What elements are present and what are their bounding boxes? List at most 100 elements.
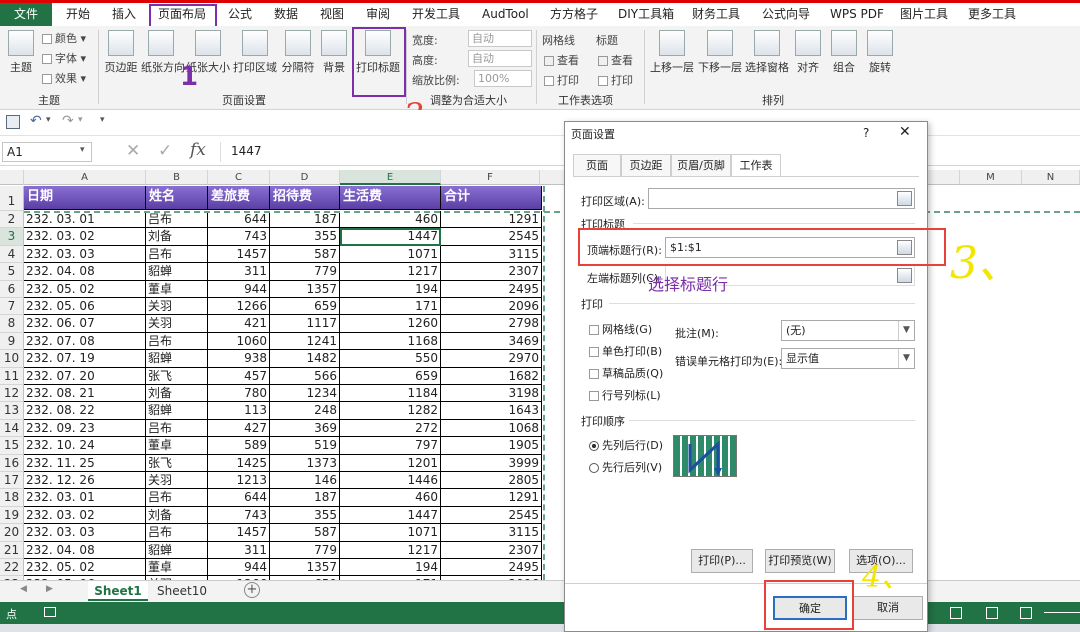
- table-cell[interactable]: 2307: [441, 541, 542, 559]
- table-header-cell[interactable]: 生活费: [340, 186, 441, 210]
- table-cell[interactable]: 780: [208, 385, 270, 403]
- table-cell[interactable]: 311: [208, 541, 270, 559]
- table-cell[interactable]: 232. 07. 20: [24, 367, 146, 385]
- headings-print-checkbox[interactable]: 打印: [598, 72, 633, 88]
- tab-insert[interactable]: 插入: [112, 3, 136, 26]
- table-cell[interactable]: 1071: [340, 245, 441, 264]
- theme-colors-button[interactable]: 颜色 ▾: [42, 30, 86, 46]
- tab-data[interactable]: 数据: [274, 3, 298, 26]
- undo-dropdown-icon[interactable]: ▾: [46, 115, 51, 125]
- table-cell[interactable]: 232. 09. 23: [24, 419, 146, 438]
- table-cell[interactable]: 460: [340, 489, 441, 507]
- help-button[interactable]: ?: [863, 126, 869, 140]
- table-cell[interactable]: 董卓: [146, 559, 208, 577]
- table-cell[interactable]: 248: [270, 402, 340, 420]
- table-cell[interactable]: 1682: [441, 367, 542, 385]
- black-white-checkbox[interactable]: 单色打印(B): [589, 343, 662, 359]
- selection-pane-button[interactable]: 选择窗格: [745, 30, 789, 75]
- table-cell[interactable]: 2307: [441, 263, 542, 281]
- bring-forward-button[interactable]: 上移一层: [650, 30, 694, 75]
- table-cell[interactable]: 587: [270, 524, 340, 542]
- down-then-over-radio[interactable]: 先列后行(D): [589, 437, 663, 453]
- table-cell[interactable]: 232. 05. 02: [24, 559, 146, 577]
- table-cell[interactable]: 944: [208, 559, 270, 577]
- print-preview-button[interactable]: 打印预览(W): [765, 549, 835, 573]
- table-cell[interactable]: 1357: [270, 280, 340, 298]
- enter-icon[interactable]: ✓: [158, 141, 172, 161]
- table-cell[interactable]: 232. 03. 03: [24, 245, 146, 264]
- tab-header-footer[interactable]: 页眉/页脚: [671, 154, 731, 176]
- table-cell[interactable]: 644: [208, 489, 270, 507]
- table-cell[interactable]: 1234: [270, 385, 340, 403]
- table-cell[interactable]: 272: [340, 419, 441, 438]
- rotate-button[interactable]: 旋转: [866, 30, 894, 75]
- table-cell[interactable]: 113: [208, 402, 270, 420]
- redo-icon[interactable]: ↷: [62, 113, 74, 129]
- theme-effects-button[interactable]: 效果 ▾: [42, 70, 86, 86]
- table-cell[interactable]: 659: [340, 367, 441, 385]
- table-cell[interactable]: 1905: [441, 437, 542, 455]
- table-cell[interactable]: 2545: [441, 506, 542, 525]
- table-cell[interactable]: 779: [270, 541, 340, 559]
- table-cell[interactable]: 董卓: [146, 280, 208, 298]
- table-cell[interactable]: 2805: [441, 472, 542, 490]
- table-cell[interactable]: 232. 04. 08: [24, 263, 146, 281]
- table-cell[interactable]: 吕布: [146, 332, 208, 351]
- table-cell[interactable]: 194: [340, 280, 441, 298]
- name-box-dropdown-icon[interactable]: ▾: [80, 145, 85, 155]
- tab-review[interactable]: 审阅: [366, 3, 390, 26]
- row-header[interactable]: 3: [0, 228, 24, 246]
- row-header[interactable]: 16: [0, 454, 24, 472]
- table-cell[interactable]: 187: [270, 489, 340, 507]
- print-area-button[interactable]: 打印区域: [233, 30, 277, 75]
- tab-developer[interactable]: 开发工具: [412, 3, 460, 26]
- table-cell[interactable]: 1457: [208, 245, 270, 264]
- row-header[interactable]: 5: [0, 263, 24, 281]
- table-cell[interactable]: 232. 03. 01: [24, 211, 146, 229]
- table-cell[interactable]: 232. 04. 08: [24, 541, 146, 559]
- sheet-tab-sheet10[interactable]: Sheet10: [150, 581, 214, 601]
- table-cell[interactable]: 3999: [441, 454, 542, 472]
- table-cell[interactable]: 吕布: [146, 419, 208, 438]
- table-cell[interactable]: 369: [270, 419, 340, 438]
- tab-diy[interactable]: DIY工具箱: [618, 3, 674, 26]
- table-cell[interactable]: 232. 05. 06: [24, 298, 146, 316]
- tab-home[interactable]: 开始: [66, 3, 90, 26]
- table-cell[interactable]: 194: [340, 559, 441, 577]
- tab-view[interactable]: 视图: [320, 3, 344, 26]
- column-header-f[interactable]: F: [441, 170, 540, 185]
- table-cell[interactable]: 2096: [441, 298, 542, 316]
- table-cell[interactable]: 1425: [208, 454, 270, 472]
- column-header-d[interactable]: D: [270, 170, 340, 185]
- macro-record-icon[interactable]: [44, 607, 56, 617]
- page-break-view-icon[interactable]: [1020, 607, 1032, 619]
- row-header[interactable]: 8: [0, 315, 24, 333]
- table-cell[interactable]: 938: [208, 350, 270, 368]
- errors-select[interactable]: 显示值 ▼: [781, 348, 915, 369]
- table-cell[interactable]: 刘备: [146, 228, 208, 246]
- table-cell[interactable]: 3115: [441, 524, 542, 542]
- row-header[interactable]: 9: [0, 332, 24, 351]
- name-box[interactable]: A1: [2, 142, 92, 162]
- table-cell[interactable]: 421: [208, 315, 270, 333]
- table-cell[interactable]: 1241: [270, 332, 340, 351]
- select-all-corner[interactable]: [0, 170, 24, 185]
- table-cell[interactable]: 743: [208, 228, 270, 246]
- collapse-dialog-icon[interactable]: [897, 268, 912, 283]
- table-cell[interactable]: 232. 07. 08: [24, 332, 146, 351]
- table-cell[interactable]: 146: [270, 472, 340, 490]
- table-cell[interactable]: 427: [208, 419, 270, 438]
- column-header-a[interactable]: A: [24, 170, 146, 185]
- table-cell[interactable]: 刘备: [146, 506, 208, 525]
- cancel-button[interactable]: 取消: [853, 596, 923, 620]
- tab-formula-wizard[interactable]: 公式向导: [762, 3, 810, 26]
- row-header[interactable]: 7: [0, 298, 24, 316]
- table-cell[interactable]: 3115: [441, 245, 542, 264]
- table-cell[interactable]: 232. 03. 02: [24, 228, 146, 246]
- gridlines-checkbox[interactable]: 网格线(G): [589, 321, 652, 337]
- row-header[interactable]: 2: [0, 211, 24, 229]
- row-header[interactable]: 15: [0, 437, 24, 455]
- table-cell[interactable]: 944: [208, 280, 270, 298]
- tab-more-tools[interactable]: 更多工具: [968, 3, 1016, 26]
- table-cell[interactable]: 2545: [441, 228, 542, 246]
